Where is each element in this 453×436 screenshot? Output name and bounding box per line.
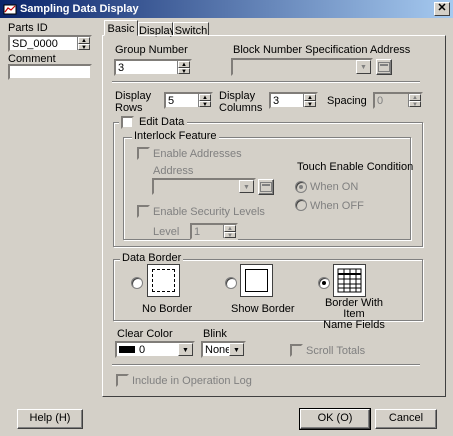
tab-basic-label: Basic: [107, 23, 135, 35]
spacing-field[interactable]: 0 ▲ ▼: [373, 92, 423, 109]
comment-field[interactable]: [8, 64, 92, 80]
parts-id-spinner[interactable]: ▲ ▼: [77, 37, 90, 50]
clear-color-value: 0: [139, 344, 146, 356]
when-on-label: When ON: [310, 181, 359, 193]
interlock-title: Interlock Feature: [132, 130, 219, 142]
level-spinner[interactable]: ▲ ▼: [223, 225, 236, 238]
display-columns-field[interactable]: 3 ▲ ▼: [269, 92, 318, 109]
level-value: 1: [194, 226, 201, 238]
blink-label: Blink: [203, 328, 227, 340]
parts-id-label: Parts ID: [8, 22, 48, 34]
level-label: Level: [153, 226, 180, 238]
clear-color-combo[interactable]: 0 ▼: [115, 341, 195, 358]
touch-enable-label: Touch Enable Condition: [297, 161, 414, 173]
edit-data-legend: Edit Data: [119, 115, 187, 129]
parts-id-field[interactable]: SD_0000 ▲ ▼: [8, 35, 92, 52]
scroll-totals-checkbox[interactable]: [290, 344, 303, 357]
display-columns-label-line2: Columns: [219, 102, 263, 114]
ok-button-label: OK (O): [317, 412, 353, 424]
edit-data-label: Edit Data: [139, 116, 185, 128]
display-rows-field[interactable]: 5 ▲ ▼: [164, 92, 213, 109]
block-spec-label: Block Number Specification Address: [233, 44, 411, 56]
close-button[interactable]: ✕: [434, 2, 450, 16]
keypad-icon: [378, 62, 390, 72]
address-keypad-button[interactable]: [258, 179, 274, 195]
display-rows-label-line2: Rows: [115, 102, 143, 114]
scroll-totals-label: Scroll Totals: [306, 345, 366, 357]
enable-security-checkbox[interactable]: [137, 205, 150, 218]
table-grid-icon: [337, 268, 362, 293]
tab-basic[interactable]: Basic: [104, 20, 138, 36]
close-icon: ✕: [437, 2, 447, 14]
enable-addresses-label: Enable Addresses: [153, 148, 242, 160]
separator: [112, 364, 420, 366]
border-item-name-radio[interactable]: [318, 277, 330, 289]
ok-button[interactable]: OK (O): [299, 408, 371, 430]
show-border-preview[interactable]: [240, 264, 273, 297]
title-bar: Sampling Data Display ✕: [0, 0, 453, 18]
border-item-name-label-line1: Border With Item: [324, 297, 384, 320]
tab-switch[interactable]: Switch: [173, 22, 209, 37]
chevron-down-icon[interactable]: ▼: [178, 343, 193, 356]
group-number-label: Group Number: [115, 44, 188, 56]
border-item-name-label: Border With Item Name Fields: [318, 298, 390, 331]
chevron-down-icon[interactable]: ▼: [229, 343, 244, 356]
keypad-icon: [260, 182, 272, 192]
display-rows-label-line1: Display: [115, 90, 152, 102]
border-item-name-label-line2: Name Fields: [323, 319, 385, 331]
help-button[interactable]: Help (H): [17, 409, 83, 429]
no-border-radio[interactable]: [131, 277, 143, 289]
cancel-button-label: Cancel: [388, 412, 424, 424]
display-rows-label: Display Rows: [115, 90, 151, 114]
display-columns-label: Display Columns: [219, 90, 262, 114]
when-off-label: When OFF: [310, 200, 364, 212]
address-combo[interactable]: ▼: [152, 178, 256, 195]
border-item-name-preview[interactable]: [333, 264, 366, 297]
enable-security-label: Enable Security Levels: [153, 206, 265, 218]
tab-display[interactable]: Display: [138, 22, 175, 37]
group-number-value: 3: [118, 62, 125, 74]
spacing-value: 0: [377, 95, 384, 107]
include-log-label: Include in Operation Log: [132, 375, 252, 387]
color-swatch: [119, 346, 135, 353]
show-border-label: Show Border: [231, 303, 295, 315]
no-border-preview[interactable]: [147, 264, 180, 297]
address-label: Address: [153, 165, 194, 177]
include-log-checkbox[interactable]: [116, 374, 129, 387]
data-border-title: Data Border: [120, 252, 184, 264]
show-border-radio[interactable]: [225, 277, 237, 289]
when-off-radio[interactable]: [295, 199, 307, 211]
display-columns-label-line1: Display: [219, 90, 256, 102]
separator: [112, 81, 420, 83]
chevron-down-icon[interactable]: ▼: [239, 180, 254, 193]
cancel-button[interactable]: Cancel: [375, 409, 437, 429]
block-spec-combo[interactable]: ▼: [231, 58, 373, 76]
help-button-label: Help (H): [29, 412, 71, 424]
blink-value: None: [205, 344, 232, 356]
app-icon: [3, 4, 17, 15]
clear-color-label: Clear Color: [117, 328, 173, 340]
no-border-label: No Border: [142, 303, 193, 315]
enable-addresses-checkbox[interactable]: [137, 147, 150, 160]
display-columns-spinner[interactable]: ▲ ▼: [303, 94, 316, 107]
display-rows-spinner[interactable]: ▲ ▼: [198, 94, 211, 107]
display-rows-value: 5: [168, 95, 175, 107]
address-input-keypad-button[interactable]: [376, 59, 392, 75]
window-title: Sampling Data Display: [20, 3, 139, 15]
when-on-radio[interactable]: [295, 181, 307, 193]
spacing-spinner[interactable]: ▲ ▼: [408, 94, 421, 107]
level-field[interactable]: 1 ▲ ▼: [190, 223, 238, 240]
blink-combo[interactable]: None ▼: [201, 341, 246, 358]
display-columns-value: 3: [273, 95, 280, 107]
chevron-down-icon[interactable]: ▼: [356, 60, 371, 74]
edit-data-checkbox[interactable]: [121, 116, 134, 129]
group-number-spinner[interactable]: ▲ ▼: [177, 61, 190, 74]
parts-id-value: SD_0000: [12, 38, 58, 50]
spacing-label: Spacing: [327, 95, 367, 107]
group-number-field[interactable]: 3 ▲ ▼: [114, 59, 192, 76]
